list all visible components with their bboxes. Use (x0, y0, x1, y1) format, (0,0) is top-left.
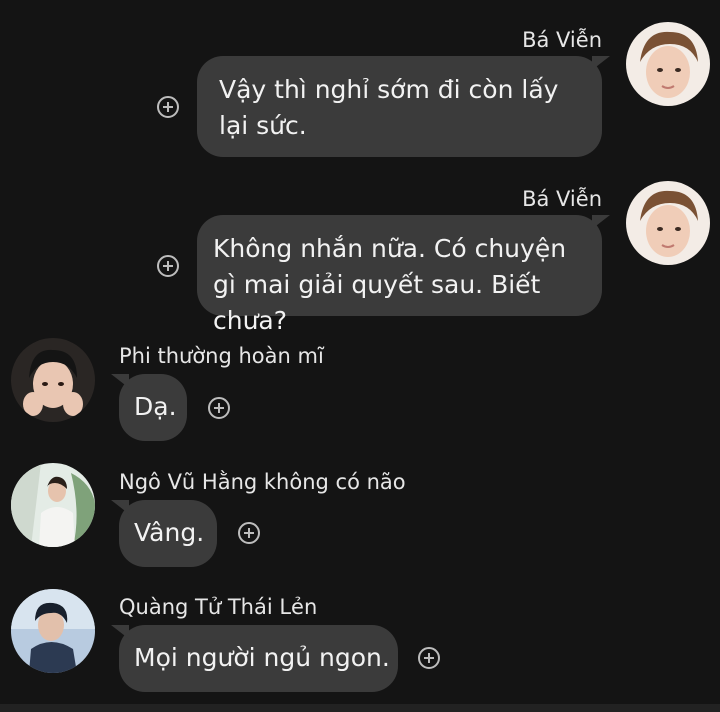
avatar[interactable] (11, 463, 95, 547)
avatar-image (11, 589, 95, 673)
avatar[interactable] (626, 181, 710, 265)
sender-name: Quàng Tử Thái Lẻn (119, 595, 318, 619)
avatar-image (626, 181, 710, 265)
sender-name: Phi thường hoàn mĩ (119, 344, 324, 368)
sender-name: Ngô Vũ Hằng không có não (119, 470, 406, 494)
avatar-image (11, 463, 95, 547)
message-text: Không nhắn nữa. Có chuyện gì mai giải qu… (213, 234, 567, 335)
message-bubble[interactable]: Không nhắn nữa. Có chuyện gì mai giải qu… (197, 215, 610, 335)
message-bubble[interactable]: Vâng. (111, 500, 217, 567)
sender-name: Bá Viễn (522, 187, 602, 211)
avatar[interactable] (11, 338, 95, 422)
add-reaction-icon[interactable] (208, 397, 230, 419)
add-reaction-icon[interactable] (157, 255, 179, 277)
add-reaction-icon[interactable] (418, 647, 440, 669)
add-reaction-icon[interactable] (238, 522, 260, 544)
avatar[interactable] (626, 22, 710, 106)
avatar-image (11, 338, 95, 422)
sender-name: Bá Viễn (522, 28, 602, 52)
message-bubble[interactable]: Dạ. (111, 374, 187, 441)
message-bubble[interactable]: Vậy thì nghỉ sớm đi còn lấy lại sức. (197, 56, 610, 157)
message-bubble[interactable]: Mọi người ngủ ngon. (111, 625, 398, 692)
add-reaction-icon[interactable] (157, 96, 179, 118)
bottom-bar (0, 704, 720, 712)
message-text: Vâng. (134, 518, 205, 547)
avatar-image (626, 22, 710, 106)
message-text: Vậy thì nghỉ sớm đi còn lấy lại sức. (219, 75, 559, 140)
message-text: Mọi người ngủ ngon. (134, 643, 390, 672)
message-text: Dạ. (134, 392, 177, 421)
avatar[interactable] (11, 589, 95, 673)
